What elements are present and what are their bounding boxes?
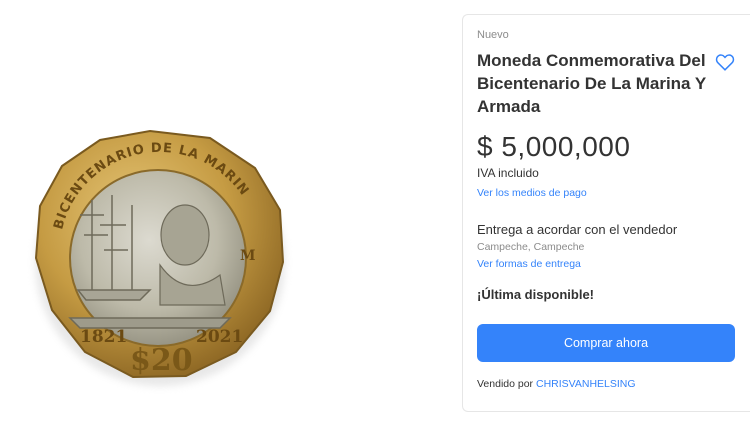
coin-denomination: $20 [130, 343, 193, 378]
payment-methods-link[interactable]: Ver los medios de pago [477, 187, 587, 199]
seller-name-link[interactable]: CHRISVANHELSING [536, 378, 636, 390]
favorite-button[interactable] [714, 51, 736, 73]
coin-mint-mark: M [240, 248, 256, 264]
stock-status: ¡Última disponible! [477, 287, 594, 302]
product-title: Moneda Conmemorativa Del Bicentenario De… [477, 51, 706, 116]
heart-outline-icon [715, 54, 735, 71]
seller-info: Vendido por CHRISVANHELSING [477, 378, 636, 390]
coin-year-right: 2021 [196, 327, 243, 347]
delivery-text: Entrega a acordar con el vendedor [477, 222, 678, 237]
buy-now-button[interactable]: Comprar ahora [477, 324, 735, 362]
buy-box: Nuevo Moneda Conmemorativa Del Bicentena… [462, 14, 750, 412]
product-image[interactable]: BICENTENARIO DE LA MARINA ARMADA DE MÉXI… [0, 0, 455, 422]
tax-note: IVA incluido [477, 166, 539, 180]
coin-image: BICENTENARIO DE LA MARINA ARMADA DE MÉXI… [0, 0, 285, 386]
seller-location: Campeche, Campeche [477, 241, 585, 253]
seller-prefix: Vendido por [477, 378, 534, 390]
condition-label: Nuevo [477, 29, 509, 41]
price: $ 5,000,000 [477, 131, 631, 162]
shipping-options-link[interactable]: Ver formas de entrega [477, 258, 581, 270]
coin-year-left: 1821 [80, 327, 127, 347]
